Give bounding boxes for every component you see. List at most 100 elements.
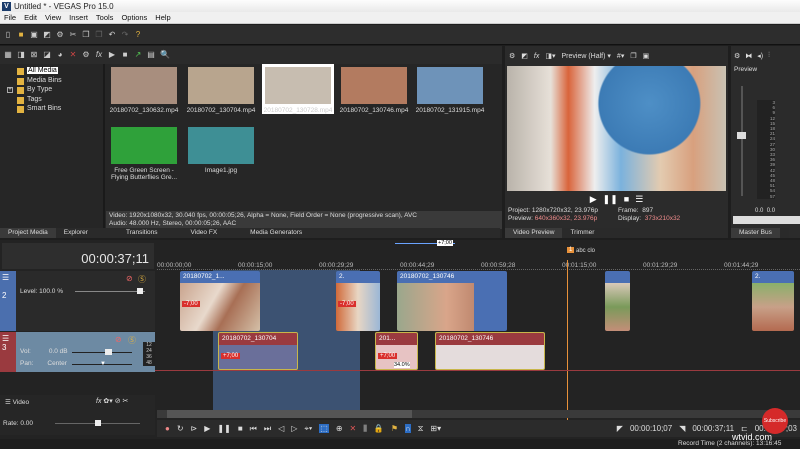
menu-tools[interactable]: Tools [92, 13, 118, 22]
audio-clip[interactable]: 20180702_130704 +7;00 [218, 332, 298, 370]
auto-preview-icon[interactable]: ↗ [134, 51, 142, 59]
split-icon[interactable]: ⫼ [363, 424, 367, 434]
media-thumbnail[interactable]: 20180702_130704.mp4 [185, 67, 257, 114]
snapping-icon[interactable]: ∩ [405, 424, 411, 433]
get-media-icon[interactable]: ⊠ [30, 51, 38, 59]
tree-item-by-type[interactable]: + By Type [0, 86, 103, 96]
track-header-3[interactable]: ☰ 3 Vol: 0.0 dB Pan: Center ▼ ⊘ Ⓢ 12 24 36 48 [0, 332, 155, 372]
volume-slider-handle[interactable] [105, 349, 112, 355]
menu-help[interactable]: Help [151, 13, 174, 22]
views-icon[interactable]: ▤ [147, 51, 155, 59]
copy-snapshot-icon[interactable]: ❐ [630, 52, 636, 60]
pan-handle[interactable]: ▼ [100, 361, 106, 367]
search-icon[interactable]: 🔍 [160, 51, 170, 59]
volume-slider[interactable] [72, 352, 132, 353]
next-frame-icon[interactable]: ▷ [291, 424, 297, 433]
solo-icon[interactable]: Ⓢ [138, 274, 146, 285]
tab-trimmer[interactable]: Trimmer [562, 228, 602, 238]
help-icon[interactable]: ? [134, 30, 142, 39]
preview-quality-dropdown[interactable]: Preview (Half) ▾ [562, 52, 611, 60]
remove-unused-icon[interactable]: ◪ [43, 51, 51, 59]
marker-flag[interactable]: 1 [567, 247, 575, 253]
video-clip[interactable]: 20180702_1... -7;00 [180, 271, 260, 331]
scroll-thumb[interactable] [167, 410, 412, 418]
tree-item-all-media[interactable]: All Media [0, 67, 103, 77]
go-start-icon[interactable]: ⏮ [250, 424, 257, 434]
video-clip[interactable] [605, 271, 630, 331]
rate-slider-handle[interactable] [95, 420, 101, 426]
audio-clip[interactable]: 20180702_130746 [435, 332, 545, 370]
tab-video-preview[interactable]: Video Preview [505, 228, 563, 238]
bus-fader-track[interactable] [741, 86, 743, 196]
ripple-icon[interactable]: ⊞▾ [430, 424, 441, 433]
undo-icon[interactable]: ↶ [108, 30, 116, 39]
prev-frame-icon[interactable]: ◁ [278, 424, 284, 433]
audio-clip[interactable]: 201... +7;00 34.0% [375, 332, 418, 370]
menu-view[interactable]: View [41, 13, 65, 22]
menu-icon[interactable]: ☰ [635, 194, 643, 206]
auto-crossfade-icon[interactable]: ⧖ [418, 424, 424, 434]
menu-options[interactable]: Options [117, 13, 151, 22]
menu-file[interactable]: File [0, 13, 20, 22]
tree-item-tags[interactable]: Tags [0, 96, 103, 106]
delete-icon[interactable]: ✕ [69, 51, 77, 59]
play-icon[interactable]: ▶ [204, 424, 210, 433]
media-thumbnail[interactable]: Free Green Screen - Flying Butterflies G… [108, 127, 180, 181]
settings-gear-icon[interactable]: ⚙ [56, 30, 64, 39]
bus-scrollbar[interactable] [733, 216, 800, 224]
delete-icon[interactable]: ✕ [350, 424, 357, 433]
properties-icon[interactable]: ◕ [56, 51, 64, 59]
play-icon[interactable]: ▶ [108, 51, 116, 59]
track-header-2[interactable]: ☰ 2 Level: 100.0 % ⊘ Ⓢ [0, 271, 155, 331]
media-thumbnail[interactable]: 20180702_130728.mp4 [262, 64, 334, 114]
save-icon[interactable]: ▣ [30, 30, 38, 39]
edit-tool-icon[interactable]: ⌖▾ [304, 424, 312, 434]
play-icon[interactable]: ▶ [590, 194, 597, 206]
record-icon[interactable]: ● [165, 424, 170, 433]
split-screen-icon[interactable]: ◩ [521, 52, 528, 60]
fx-icon[interactable]: fx [534, 53, 539, 60]
lock-icon[interactable]: 🔒 [374, 424, 384, 433]
stop-icon[interactable]: ■ [624, 194, 629, 206]
level-slider-handle[interactable] [137, 288, 143, 294]
menu-insert[interactable]: Insert [65, 13, 92, 22]
paste-icon[interactable]: ❐ [95, 30, 103, 39]
video-clip[interactable]: 2. [752, 271, 794, 331]
video-clip[interactable]: 2. -7;00 [336, 271, 380, 331]
import-media-icon[interactable]: ▦ [4, 51, 12, 59]
tab-media-generators[interactable]: Media Generators [225, 228, 310, 238]
fx-icon[interactable]: fx [95, 51, 103, 59]
downmix-icon[interactable]: ⧓ [745, 52, 752, 60]
pause-icon[interactable]: ❚❚ [603, 194, 618, 206]
tab-project-media[interactable]: Project Media [0, 228, 56, 238]
tab-explorer[interactable]: Explorer [56, 228, 96, 238]
marker-icon[interactable]: ⚑ [391, 424, 398, 433]
media-thumbnail[interactable]: 20180702_131915.mp4 [414, 67, 486, 114]
grid-icon[interactable]: #▾ [617, 52, 624, 60]
time-ruler[interactable]: 00:00:00;00 00:00:15;00 00:00:29;29 00:00:4… [157, 258, 800, 270]
solo-icon[interactable]: Ⓢ [128, 335, 136, 346]
gear-icon[interactable]: ⚙ [82, 51, 90, 59]
stop-icon[interactable]: ■ [238, 424, 243, 433]
capture-icon[interactable]: ◨ [17, 51, 25, 59]
go-end-icon[interactable]: ⏭ [264, 424, 271, 434]
loop-icon[interactable]: ↻ [177, 424, 184, 433]
render-icon[interactable]: ◩ [43, 30, 51, 39]
tab-master-bus[interactable]: Master Bus [731, 228, 780, 238]
open-folder-icon[interactable]: ■ [17, 30, 25, 39]
redo-icon[interactable]: ↷ [121, 30, 129, 39]
bus-fader-handle[interactable] [737, 132, 746, 139]
media-thumbnail[interactable]: Image1.jpg [185, 127, 257, 174]
copy-icon[interactable]: ❐ [82, 30, 90, 39]
tab-video-fx[interactable]: Video FX [166, 228, 226, 238]
mute-icon[interactable]: ◂) [757, 52, 763, 60]
volume-envelope[interactable] [155, 370, 800, 371]
new-icon[interactable]: ▯ [4, 30, 12, 39]
overlays-icon[interactable]: ◨▾ [545, 52, 555, 60]
stop-icon[interactable]: ■ [121, 51, 129, 59]
media-thumbnail[interactable]: 20180702_130632.mp4 [108, 67, 180, 114]
level-slider[interactable] [75, 291, 145, 292]
timeline-scrollbar[interactable] [157, 410, 800, 418]
media-thumbnail[interactable]: 20180702_130746.mp4 [338, 67, 410, 114]
tab-transitions[interactable]: Transitions [96, 228, 166, 238]
